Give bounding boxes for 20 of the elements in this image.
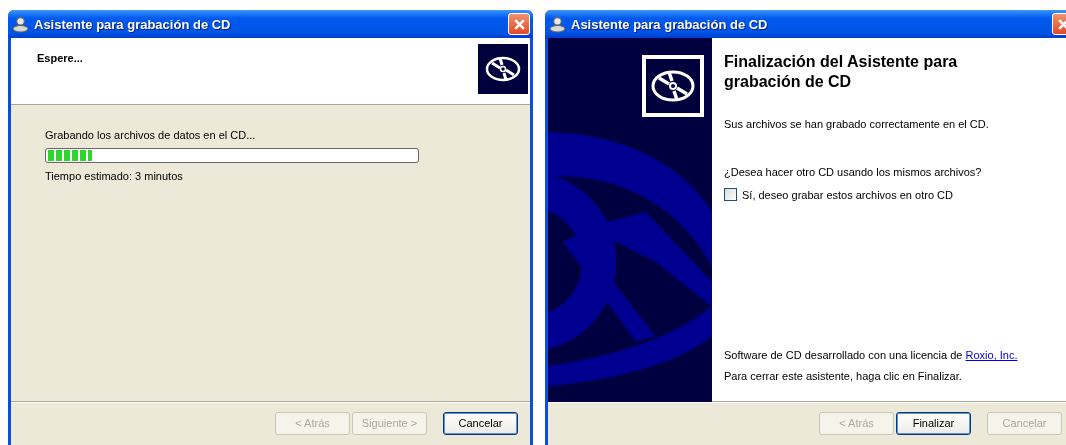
close-button[interactable] <box>508 13 530 35</box>
license-text: Software de CD desarrollado con una licencia de Roxio, Inc. <box>724 349 1019 361</box>
question-text: ¿Desea hacer otro CD usando los mismos archivos? <box>724 166 983 178</box>
page-heading: Espere... <box>37 51 83 66</box>
status-text: Grabando los archivos de datos en el CD... <box>45 129 257 141</box>
message-text: Sus archivos se han grabado correctamente en el CD. <box>724 118 990 130</box>
link[interactable]: Roxio, Inc. <box>965 349 1018 361</box>
checkbox[interactable]: Sí, deseo grabar estos archivos en otro CD <box>724 188 1062 201</box>
window-title: Asistente para grabación de CD <box>571 16 769 32</box>
estimate-text: Tiempo estimado: 3 minutos <box>45 170 184 182</box>
close-icon <box>1056 17 1066 31</box>
cd-user-icon <box>549 15 566 33</box>
wizard-button[interactable]: Finalizar <box>896 411 971 435</box>
cd-user-icon <box>12 15 29 33</box>
hint-text: Para cerrar este asistente, haga clic en Finalizar. <box>724 370 963 382</box>
page-heading: Finalización del Asistente para grabación de CD <box>724 52 959 92</box>
checkbox-box[interactable] <box>724 188 737 201</box>
close-icon <box>512 17 526 31</box>
wizard-button[interactable]: Cancelar <box>443 411 518 435</box>
window-title: Asistente para grabación de CD <box>34 16 232 32</box>
